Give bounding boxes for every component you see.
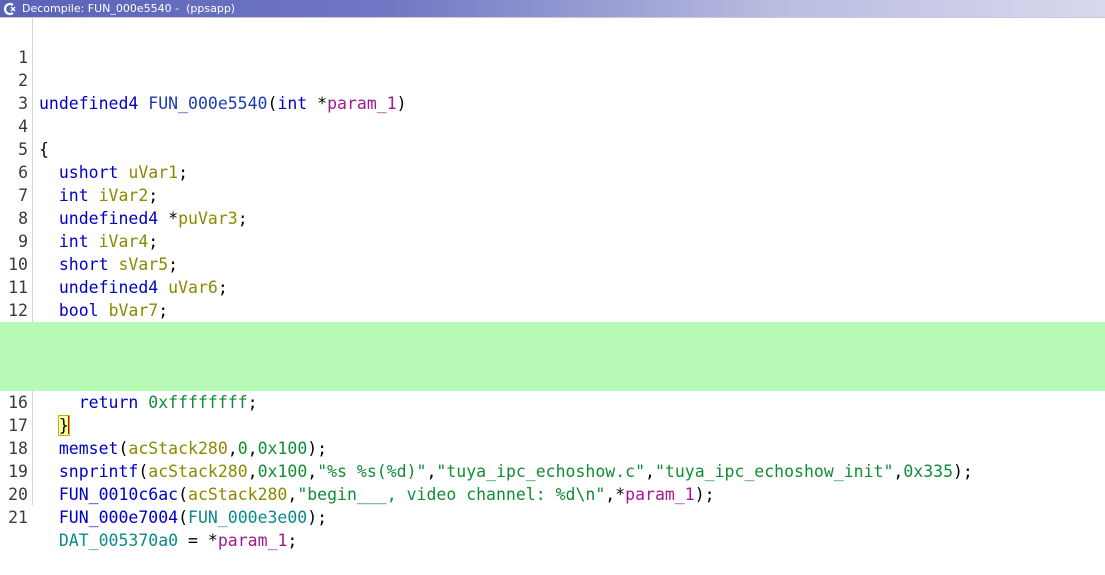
code-line[interactable]: 8 int iVar4; (0, 184, 1105, 251)
code-line[interactable]: 7 undefined4 *puVar3; (0, 161, 1105, 228)
operator: = * (178, 531, 218, 550)
code-line[interactable]: 1 (0, 23, 1105, 67)
code-line[interactable]: 17 memset(acStack280,0,0x100); (0, 391, 1105, 458)
code-line[interactable]: 21 DAT_005370a0 = *param_1; (0, 483, 1105, 550)
param-name[interactable]: param_1 (218, 531, 288, 550)
code-line[interactable]: 12 char acStack280 [256]; (0, 276, 1105, 343)
code-line[interactable]: 18 snprintf(acStack280,0x100,"%s %s(%d)"… (0, 414, 1105, 481)
code-line[interactable]: 3 (0, 69, 1105, 113)
function-reference[interactable]: FUN_000e3e00 (188, 508, 307, 527)
code-line[interactable]: 11 bool bVar7; (0, 253, 1105, 320)
code-line-highlighted[interactable]: 15 return 0xffffffff; (0, 345, 1105, 412)
code-line[interactable]: 6 int iVar2; (0, 138, 1105, 205)
decompiler-icon (3, 2, 17, 16)
code-listing: 1 2 undefined4 FUN_000e5540(int *param_1… (0, 23, 1105, 550)
window-title: Decompile: FUN_000e5540 - (ppsapp) (22, 2, 236, 15)
code-line[interactable]: 2 undefined4 FUN_000e5540(int *param_1) (0, 46, 1105, 113)
code-line[interactable]: 9 short sVar5; (0, 207, 1105, 274)
code-line-highlighted[interactable]: 16 } (0, 368, 1105, 436)
paren: ); (307, 508, 328, 527)
window-titlebar[interactable]: Decompile: FUN_000e5540 - (ppsapp) (0, 0, 1105, 17)
code-line[interactable]: 19 FUN_0010c6ac(acStack280,"begin___, vi… (0, 437, 1105, 504)
line-number: 21 (8, 508, 28, 527)
code-line[interactable]: 5 ushort uVar1; (0, 115, 1105, 182)
semicolon: ; (287, 531, 298, 550)
code-line-highlighted[interactable]: 14 if (param_1 == (int *)0x0) { (0, 322, 1105, 390)
paren: ( (178, 508, 189, 527)
code-line[interactable]: 13 (0, 299, 1105, 343)
code-line[interactable]: 10 undefined4 uVar6; (0, 230, 1105, 297)
function-call[interactable]: FUN_000e7004 (59, 508, 178, 527)
global-data[interactable]: DAT_005370a0 (59, 531, 178, 550)
decompiler-code-view[interactable]: 1 2 undefined4 FUN_000e5540(int *param_1… (0, 17, 1105, 550)
code-line[interactable]: 20 FUN_000e7004(FUN_000e3e00); (0, 460, 1105, 527)
code-line[interactable]: 4 { (0, 92, 1105, 159)
